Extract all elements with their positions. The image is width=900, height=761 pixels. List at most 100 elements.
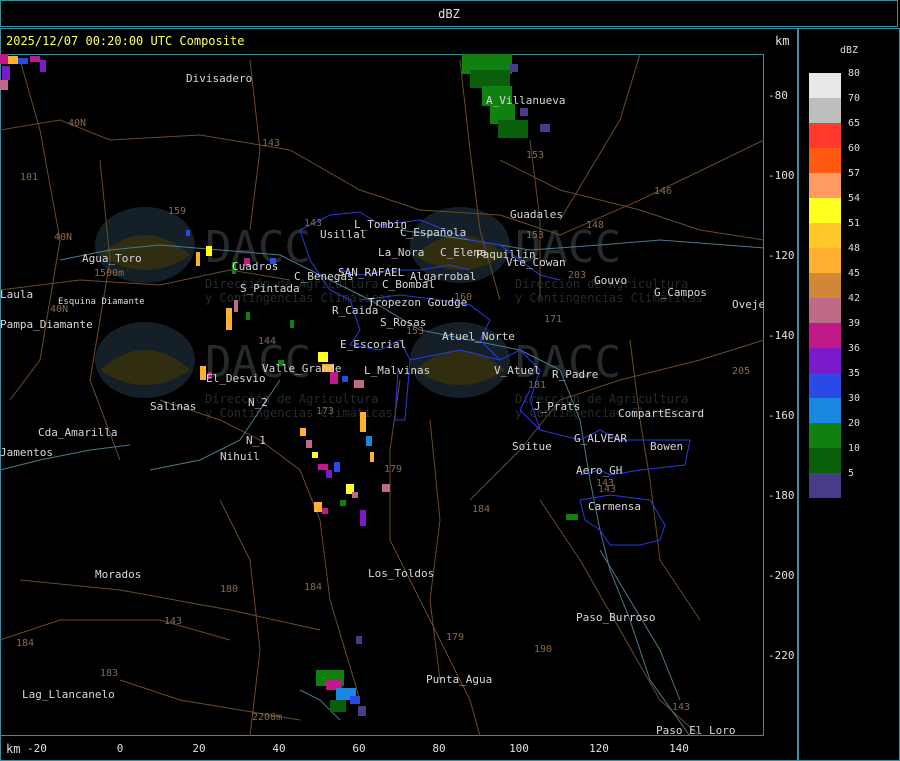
svg-text:153: 153 <box>526 230 544 241</box>
svg-text:40N: 40N <box>54 232 72 243</box>
legend-swatch-60 <box>809 148 841 173</box>
legend-swatch-70 <box>809 98 841 123</box>
legend-swatch-51 <box>809 223 841 248</box>
svg-text:Guadales: Guadales <box>510 208 563 221</box>
svg-text:205: 205 <box>732 366 750 377</box>
svg-text:R_Padre: R_Padre <box>552 368 598 381</box>
x-tick: 100 <box>509 742 529 755</box>
svg-text:183: 183 <box>100 668 118 679</box>
svg-text:203: 203 <box>568 270 586 281</box>
legend-label-60: 60 <box>848 143 861 154</box>
svg-text:173: 173 <box>316 406 334 417</box>
svg-text:N_2: N_2 <box>248 396 268 409</box>
svg-text:Cda_Amarilla: Cda_Amarilla <box>38 426 117 439</box>
radar-map[interactable]: DACC Dirección de Agricultura y Continge… <box>0 54 764 736</box>
legend-label-10: 10 <box>848 443 861 454</box>
svg-text:184: 184 <box>16 638 34 649</box>
svg-text:G_ALVEAR: G_ALVEAR <box>574 432 627 445</box>
x-tick: 60 <box>352 742 366 755</box>
svg-text:179: 179 <box>384 464 402 475</box>
svg-text:148: 148 <box>586 220 604 231</box>
svg-text:Salinas: Salinas <box>150 400 196 413</box>
x-tick: 0 <box>116 742 124 755</box>
svg-text:E_Escorial: E_Escorial <box>340 338 406 351</box>
svg-text:Laula: Laula <box>0 288 33 301</box>
legend-swatch-36 <box>809 348 841 373</box>
y-tick: -80 <box>768 89 788 102</box>
svg-text:143: 143 <box>598 484 616 495</box>
svg-text:Atuel_Norte: Atuel_Norte <box>442 330 515 343</box>
svg-text:153: 153 <box>526 150 544 161</box>
svg-text:Pampa_Diamante: Pampa_Diamante <box>0 318 93 331</box>
legend-label-39: 39 <box>848 318 861 329</box>
y-tick: -160 <box>768 409 795 422</box>
y-tick: -120 <box>768 249 795 262</box>
legend-label-20: 20 <box>848 418 861 429</box>
svg-text:Divisadero: Divisadero <box>186 72 252 85</box>
watermark-line1: Dirección de Agricultura <box>205 392 378 406</box>
svg-text:40N: 40N <box>68 118 86 129</box>
svg-text:143: 143 <box>164 616 182 627</box>
legend-label-65: 65 <box>848 118 861 129</box>
legend-swatch-42 <box>809 298 841 323</box>
svg-text:Soitue: Soitue <box>512 440 552 453</box>
svg-text:J_Prats: J_Prats <box>534 400 580 413</box>
svg-text:Gouvo: Gouvo <box>594 274 627 287</box>
svg-text:CompartEscard: CompartEscard <box>618 407 704 420</box>
svg-text:181: 181 <box>528 380 546 391</box>
svg-text:El_Desvio: El_Desvio <box>206 372 266 385</box>
svg-text:184: 184 <box>304 582 322 593</box>
legend-swatch-10 <box>809 448 841 473</box>
legend-label-80: 80 <box>848 68 861 79</box>
svg-text:V_Atuel: V_Atuel <box>494 364 540 377</box>
svg-text:40N: 40N <box>50 304 68 315</box>
legend-swatch-45 <box>809 273 841 298</box>
legend-label-36: 36 <box>848 343 861 354</box>
legend-label-54: 54 <box>848 193 861 204</box>
legend-swatch-54 <box>809 198 841 223</box>
svg-text:A_Villanueva: A_Villanueva <box>486 94 565 107</box>
svg-text:Bowen: Bowen <box>650 440 683 453</box>
svg-text:Paso_Burroso: Paso_Burroso <box>576 611 655 624</box>
legend-title: dBZ <box>840 45 859 56</box>
svg-text:146: 146 <box>654 186 672 197</box>
svg-text:160: 160 <box>454 292 472 303</box>
legend-label-57: 57 <box>848 168 861 179</box>
svg-text:101: 101 <box>20 172 38 183</box>
y-tick: -220 <box>768 649 795 662</box>
svg-text:Nihuil: Nihuil <box>220 450 260 463</box>
svg-text:180: 180 <box>220 584 238 595</box>
svg-text:Punta_Agua: Punta_Agua <box>426 673 492 686</box>
legend-swatch-5 <box>809 473 841 498</box>
svg-text:Valle_Grande: Valle_Grande <box>262 362 341 375</box>
legend-swatch-65 <box>809 123 841 148</box>
legend-label-42: 42 <box>848 293 861 304</box>
svg-text:Aero_GH: Aero_GH <box>576 464 622 477</box>
svg-text:Jamentos: Jamentos <box>0 446 53 459</box>
legend-swatch-57 <box>809 173 841 198</box>
km-unit-y: km <box>775 34 790 48</box>
legend-label-70: 70 <box>848 93 861 104</box>
y-tick: -140 <box>768 329 795 342</box>
legend-swatch-35 <box>809 373 841 398</box>
svg-text:143: 143 <box>672 702 690 713</box>
svg-text:Vte_Cowan: Vte_Cowan <box>506 256 566 269</box>
title-text: dBZ <box>438 7 460 21</box>
svg-text:Esquina Diamante: Esquina Diamante <box>58 297 145 307</box>
svg-text:Algarrobal: Algarrobal <box>410 270 476 283</box>
svg-text:184: 184 <box>472 504 490 515</box>
svg-text:Agua_Toro: Agua_Toro <box>82 252 142 265</box>
svg-text:190: 190 <box>534 644 552 655</box>
y-tick: -100 <box>768 169 795 182</box>
svg-text:G_Campos: G_Campos <box>654 286 707 299</box>
legend-label-30: 30 <box>848 393 861 404</box>
svg-text:Morados: Morados <box>95 568 141 581</box>
legend-label-35: 35 <box>848 368 861 379</box>
timestamp-label: 2025/12/07 00:20:00 UTC Composite <box>6 34 245 48</box>
svg-text:179: 179 <box>446 632 464 643</box>
legend-colorbar <box>809 73 841 498</box>
svg-text:153: 153 <box>406 326 424 337</box>
x-tick: -20 <box>27 742 47 755</box>
title-bar: dBZ <box>0 0 898 27</box>
legend-label-5: 5 <box>848 468 855 479</box>
